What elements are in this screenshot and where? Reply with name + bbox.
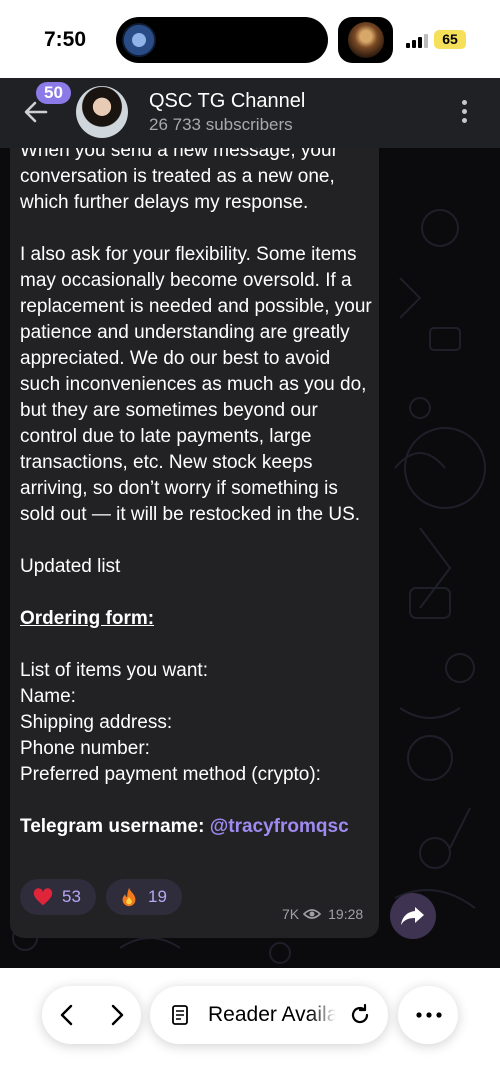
eye-icon (303, 909, 322, 919)
browser-toolbar: Reader Available (0, 968, 500, 1088)
more-vertical-icon[interactable] (459, 100, 469, 126)
media-artwork-icon (348, 22, 384, 58)
form-field-payment: Preferred payment method (crypto): (20, 764, 321, 785)
nav-buttons (42, 986, 141, 1044)
subscriber-count: 26 733 subscribers (149, 115, 293, 134)
message-text: When you send a new message, your conver… (20, 148, 372, 840)
status-time: 7:50 (44, 28, 87, 51)
form-field-address: Shipping address: (20, 712, 173, 733)
form-field-phone: Phone number: (20, 738, 150, 759)
ordering-form-heading: Ordering form: (20, 608, 155, 629)
chat-header: 50 QSC TG Channel 26 733 subscribers (0, 78, 500, 148)
telegram-username-link[interactable]: @tracyfromqsc (210, 816, 349, 837)
forward-chevron-icon[interactable] (106, 1003, 128, 1027)
reaction-fire-count: 19 (148, 887, 167, 906)
dynamic-island[interactable] (116, 17, 328, 63)
media-activity[interactable] (338, 17, 393, 63)
more-horizontal-icon (416, 1012, 442, 1018)
unread-count-badge: 50 (36, 82, 71, 104)
reaction-heart[interactable]: 53 (20, 879, 96, 915)
status-bar: 7:50 65 (0, 0, 500, 78)
chat-area[interactable]: When you send a new message, your conver… (0, 148, 500, 968)
reader-icon[interactable] (172, 1005, 188, 1025)
reader-available-label[interactable]: Reader Available (208, 1003, 336, 1027)
view-count: 7K (282, 906, 300, 922)
reaction-fire[interactable]: 19 (106, 879, 182, 915)
back-chevron-icon[interactable] (56, 1003, 78, 1027)
form-field-name: Name: (20, 686, 76, 707)
telegram-username-label: Telegram username: (20, 816, 205, 837)
form-field-items: List of items you want: (20, 660, 208, 681)
message-meta: 7K 19:28 (282, 906, 363, 922)
share-button[interactable] (390, 893, 436, 939)
live-activity-icon (122, 23, 156, 57)
channel-title[interactable]: QSC TG Channel (149, 90, 305, 113)
telegram-username-line: Telegram username: @tracyfromqsc (20, 814, 372, 840)
heart-icon (33, 888, 53, 906)
updated-list-link[interactable]: Updated list (20, 554, 372, 580)
battery-icon: 65 (434, 30, 466, 49)
message-paragraph-flexibility: I also ask for your flexibility. Some it… (20, 244, 372, 525)
cellular-signal-icon (406, 32, 430, 48)
address-bar[interactable]: Reader Available (150, 986, 388, 1044)
message-bubble[interactable]: When you send a new message, your conver… (10, 148, 379, 938)
message-paragraph-response: When you send a new message, your conver… (20, 148, 338, 213)
fire-icon (122, 887, 136, 907)
message-time: 19:28 (328, 906, 364, 922)
share-arrow-icon (401, 907, 424, 925)
reaction-heart-count: 53 (62, 887, 81, 906)
reload-icon[interactable] (348, 1003, 372, 1027)
channel-avatar[interactable] (76, 86, 128, 138)
more-menu-button[interactable] (398, 986, 458, 1044)
